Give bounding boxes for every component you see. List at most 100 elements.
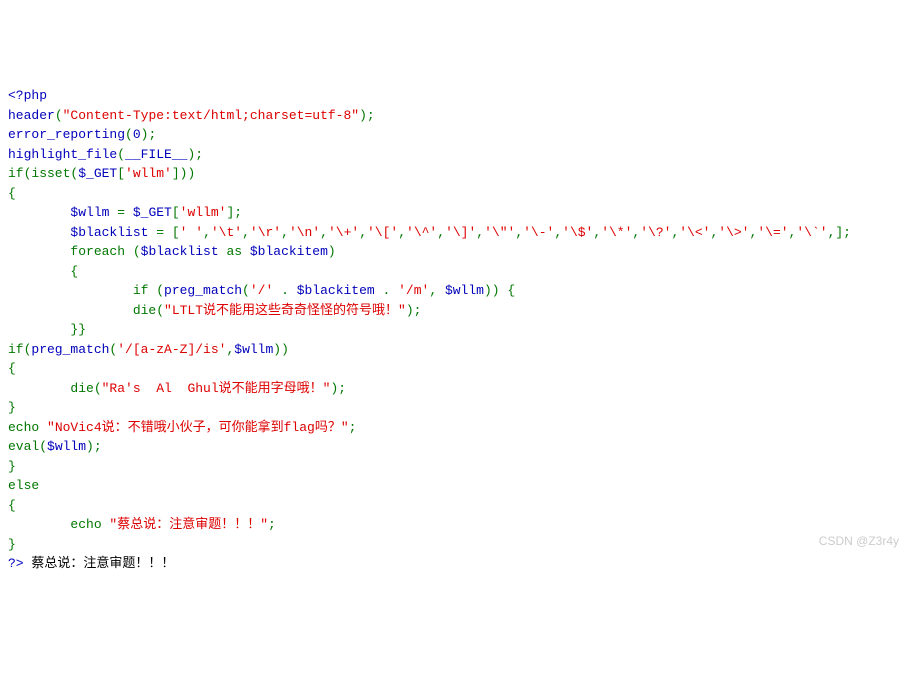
code-token: '\$' [562,225,593,240]
code-token: , [515,225,523,240]
code-token: '\[' [367,225,398,240]
code-line: <?php [8,86,903,106]
code-line: highlight_file(__FILE__); [8,145,903,165]
code-token: '\-' [523,225,554,240]
code-token: echo [8,517,109,532]
code-token: die( [8,303,164,318]
code-token: $wllm [47,439,86,454]
code-line: { [8,184,903,204]
code-token: 0 [133,127,141,142]
code-token [8,205,70,220]
code-token: ( [242,283,250,298]
code-token: ; [268,517,276,532]
code-line: ?> 蔡总说：注意审题！！！ [8,554,903,574]
code-token: <?php [8,88,47,103]
code-token: '\`' [796,225,827,240]
code-token: )) [273,342,289,357]
code-line: echo "蔡总说：注意审题！！！"; [8,515,903,535]
code-line: error_reporting(0); [8,125,903,145]
code-token: , [320,225,328,240]
code-token: ); [187,147,203,162]
code-line: { [8,359,903,379]
code-token: "LTLT说不能用这些奇奇怪怪的符号哦！" [164,303,406,318]
code-token [8,225,70,240]
code-token: if(isset( [8,166,78,181]
code-token: , [398,225,406,240]
code-token: ) [328,244,336,259]
code-line: { [8,496,903,516]
code-token: , [476,225,484,240]
code-line: if(preg_match('/[a-zA-Z]/is',$wllm)) [8,340,903,360]
code-line: else [8,476,903,496]
code-token: }} [8,322,86,337]
code-token: '\^' [406,225,437,240]
code-line: $wllm = $_GET['wllm']; [8,203,903,223]
code-token: eval( [8,439,47,454]
php-source-code: <?phpheader("Content-Type:text/html;char… [8,86,903,574]
code-token: ' ' [180,225,203,240]
code-line: if(isset($_GET['wllm'])) [8,164,903,184]
code-token: '/[a-zA-Z]/is' [117,342,226,357]
code-line: die("LTLT说不能用这些奇奇怪怪的符号哦！"); [8,301,903,321]
code-token: '/' [250,283,281,298]
code-line: if (preg_match('/' . $blackitem . '/m', … [8,281,903,301]
code-token: $blackitem [297,283,383,298]
code-token: if( [8,342,31,357]
code-token: [ [172,205,180,220]
code-token: $blacklist [141,244,227,259]
code-token: )) { [484,283,515,298]
code-token: __FILE__ [125,147,187,162]
code-line: } [8,535,903,555]
code-token: '\+' [328,225,359,240]
code-token: $wllm [234,342,273,357]
code-token: ); [330,381,346,396]
code-line: $blacklist = [' ','\t','\r','\n','\+','\… [8,223,903,243]
code-token: if ( [8,283,164,298]
code-line: } [8,457,903,477]
code-token: , [429,283,445,298]
code-token: foreach ( [70,244,140,259]
code-token: . [281,283,297,298]
code-line: eval($wllm); [8,437,903,457]
code-token: header [8,108,55,123]
code-token: "Content-Type:text/html;charset=utf-8" [63,108,359,123]
code-token: ( [125,127,133,142]
code-token: $_GET [78,166,117,181]
code-token: . [383,283,399,298]
code-line: die("Ra's Al Ghul说不能用字母哦！"); [8,379,903,399]
code-token: "Ra's Al Ghul说不能用字母哦！" [102,381,331,396]
code-token: $wllm [70,205,117,220]
code-token [8,244,70,259]
code-token: '\?' [640,225,671,240]
code-token: '\"' [484,225,515,240]
code-line: echo "NoVic4说：不错哦小伙子，可你能拿到flag吗？"; [8,418,903,438]
code-token: { [8,186,16,201]
code-token: '\]' [445,225,476,240]
code-token: else [8,478,39,493]
code-token: ( [55,108,63,123]
code-token: = [ [156,225,179,240]
code-token: ); [141,127,157,142]
code-token: ; [349,420,357,435]
code-token: die( [8,381,102,396]
code-token: ])) [172,166,195,181]
code-token: , [203,225,211,240]
code-line: header("Content-Type:text/html;charset=u… [8,106,903,126]
code-token: [ [117,166,125,181]
code-token: '\*' [601,225,632,240]
code-token: , [281,225,289,240]
code-token: = [117,205,133,220]
code-line: foreach ($blacklist as $blackitem) [8,242,903,262]
code-line: }} [8,320,903,340]
code-token: '\r' [250,225,281,240]
code-token: $_GET [133,205,172,220]
code-token: 'wllm' [180,205,227,220]
code-token: ); [86,439,102,454]
code-token: { [8,264,78,279]
code-token: ( [117,147,125,162]
code-token: , [554,225,562,240]
code-token: ?> [8,556,31,571]
code-token: ); [359,108,375,123]
code-token: ]; [226,205,242,220]
watermark: CSDN @Z3r4y [819,532,899,550]
